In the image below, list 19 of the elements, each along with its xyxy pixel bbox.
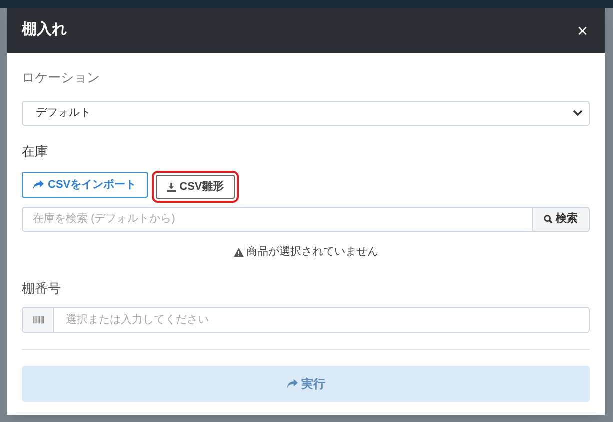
- warning-icon: [234, 248, 244, 257]
- modal-title: 棚入れ: [22, 20, 67, 40]
- csv-template-button[interactable]: CSV雛形: [156, 175, 236, 199]
- import-csv-button[interactable]: CSVをインポート: [22, 172, 148, 198]
- search-icon: [544, 215, 553, 224]
- download-icon: [166, 182, 176, 192]
- shelf-label: 棚番号: [22, 280, 62, 298]
- barcode-icon: [32, 316, 44, 324]
- chevron-down-icon: [573, 110, 583, 116]
- close-button[interactable]: ×: [577, 22, 590, 40]
- location-select[interactable]: デフォルト: [22, 100, 590, 126]
- shelf-number-field[interactable]: 選択または入力してください: [54, 307, 590, 333]
- share-arrow-icon: [286, 379, 298, 389]
- stock-search-field[interactable]: 在庫を検索 (デフォルトから): [22, 207, 533, 232]
- warning-text: 商品が選択されていません: [246, 244, 378, 260]
- search-button[interactable]: 検索: [533, 207, 590, 232]
- stock-label: 在庫: [22, 142, 49, 160]
- location-label: ロケーション: [22, 69, 101, 87]
- share-arrow-icon: [33, 180, 44, 190]
